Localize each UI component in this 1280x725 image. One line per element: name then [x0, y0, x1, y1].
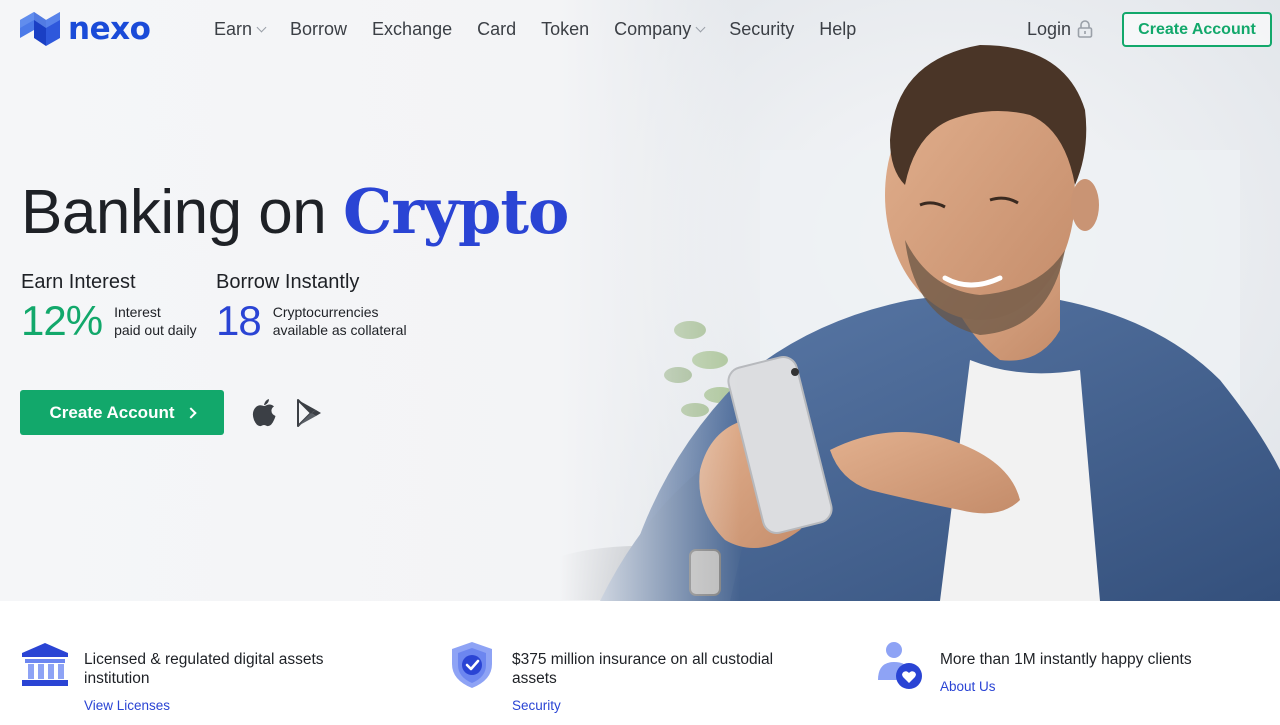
stat-heading: Borrow Instantly — [216, 271, 360, 293]
feature-text: $375 million insurance on all custodial … — [512, 651, 774, 687]
stat-description: Interest paid out daily — [114, 303, 197, 339]
chevron-right-icon — [184, 406, 197, 419]
nav-earn-label: Earn — [214, 19, 253, 39]
hero-title-plain: Banking on — [21, 178, 343, 247]
stat-desc-line1: Interest — [114, 304, 161, 320]
about-us-link[interactable]: About Us — [940, 679, 996, 694]
feature-text: More than 1M instantly happy clients — [940, 651, 1192, 668]
stat-desc-line1: Cryptocurrencies — [272, 304, 379, 320]
nav-token-label: Token — [541, 19, 590, 39]
stat-value: 12% — [21, 297, 103, 344]
nav-security-label: Security — [729, 19, 795, 39]
feature-text: Licensed & regulated digital assets inst… — [84, 651, 324, 687]
main-nav: Earn Borrow Exchange Card Token Company … — [214, 18, 881, 40]
stat-description: Cryptocurrencies available as collateral — [273, 303, 407, 339]
logo-wordmark: nexo — [68, 11, 151, 47]
stat-earn-interest: Earn Interest 12% Interest paid out dail… — [21, 270, 197, 344]
nav-company-label: Company — [614, 19, 692, 39]
nav-company[interactable]: Company — [614, 18, 706, 40]
nexo-logo[interactable]: nexo — [20, 11, 151, 47]
login-label: Login — [1027, 19, 1072, 39]
create-account-cta-button[interactable]: Create Account — [20, 390, 224, 435]
lock-icon — [1077, 20, 1093, 38]
nexo-logo-icon — [20, 12, 60, 46]
cta-label: Create Account — [49, 402, 175, 422]
stat-value: 18 — [216, 297, 262, 344]
login-link[interactable]: Login — [1027, 18, 1093, 40]
bank-icon — [22, 643, 68, 686]
nav-card[interactable]: Card — [477, 18, 516, 40]
nav-card-label: Card — [477, 19, 517, 39]
google-play-icon[interactable] — [296, 398, 322, 428]
stat-heading: Earn Interest — [21, 271, 136, 293]
nav-borrow[interactable]: Borrow — [290, 18, 347, 40]
shield-check-icon — [452, 642, 492, 688]
create-account-header-button[interactable]: Create Account — [1122, 12, 1272, 47]
hero-photo — [560, 0, 1280, 601]
hero-title-accent: Crypto — [342, 175, 569, 248]
nav-security[interactable]: Security — [729, 18, 794, 40]
stat-desc-line2: available as collateral — [272, 322, 407, 338]
chevron-down-icon — [256, 22, 267, 32]
top-navbar: nexo Earn Borrow Exchange Card Token Com… — [0, 0, 1280, 60]
nav-exchange[interactable]: Exchange — [372, 18, 452, 40]
nav-help[interactable]: Help — [819, 18, 856, 40]
nav-token[interactable]: Token — [541, 18, 589, 40]
apple-icon[interactable] — [251, 398, 277, 428]
chevron-down-icon — [695, 22, 706, 32]
nav-borrow-label: Borrow — [290, 19, 348, 39]
view-licenses-link[interactable]: View Licenses — [84, 698, 170, 713]
hero-title: Banking on Crypto — [21, 175, 569, 249]
security-link[interactable]: Security — [512, 698, 561, 713]
nav-exchange-label: Exchange — [372, 19, 453, 39]
nav-help-label: Help — [819, 19, 857, 39]
nav-earn[interactable]: Earn — [214, 18, 267, 40]
stat-desc-line2: paid out daily — [114, 322, 197, 338]
stat-borrow-instantly: Borrow Instantly 18 Cryptocurrencies ava… — [216, 270, 407, 344]
user-heart-icon — [878, 642, 922, 689]
